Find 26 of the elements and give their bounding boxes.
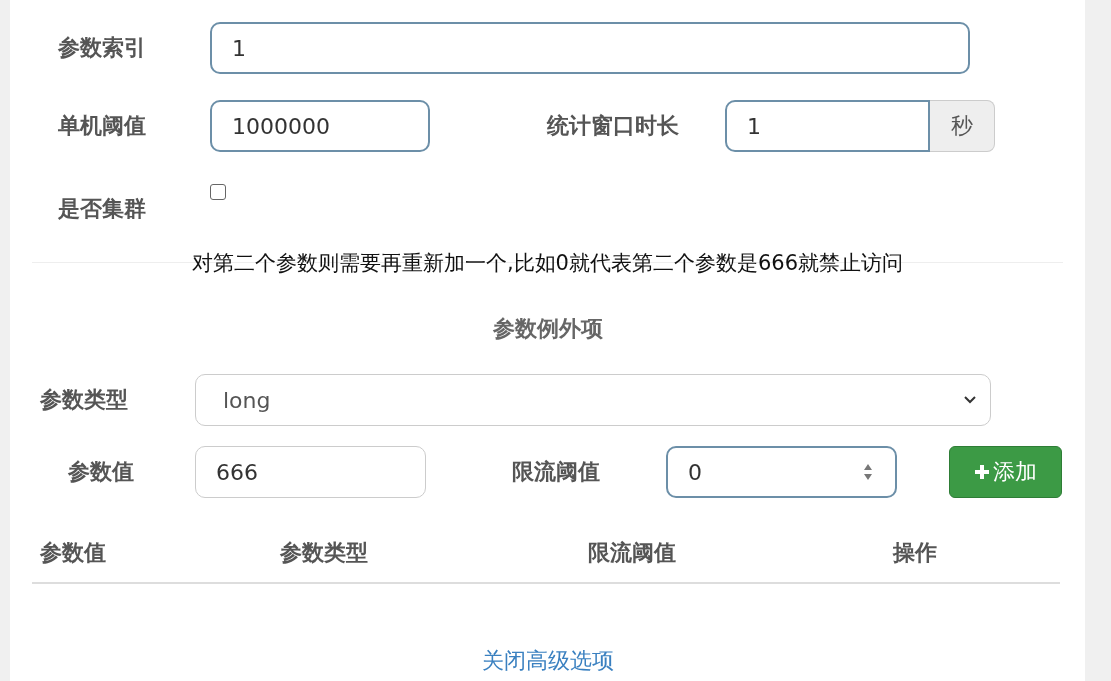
subtitle-caption: 对第二个参数则需要再重新加一个,比如0就代表第二个参数是666就禁止访问: [191, 250, 904, 277]
unit-addon: 秒: [930, 100, 995, 152]
threshold-field[interactable]: 1000000: [210, 100, 430, 152]
spinner-arrows-icon: [863, 463, 873, 481]
param-index-field[interactable]: 1: [210, 22, 970, 74]
section-title: 参数例外项: [491, 315, 604, 343]
chevron-down-icon: [964, 396, 976, 404]
column-header: 参数类型: [280, 539, 368, 567]
cluster-checkbox[interactable]: [210, 184, 226, 200]
limit-number-field[interactable]: 0: [666, 446, 897, 498]
column-header: 参数值: [40, 539, 106, 567]
close-advanced-link[interactable]: 关闭高级选项: [481, 646, 614, 676]
add-button[interactable]: 添加: [949, 446, 1062, 498]
field-label: 单机阈值: [58, 112, 147, 140]
param-value-field[interactable]: 666: [195, 446, 426, 498]
field-label: 限流阈值: [512, 458, 601, 486]
field-label: 参数值: [68, 458, 135, 486]
field-label: 参数类型: [40, 386, 129, 414]
field-label: 统计窗口时长: [547, 112, 680, 140]
param-type-select[interactable]: long: [195, 374, 991, 426]
window-field[interactable]: 1: [725, 100, 930, 152]
field-label: 参数索引: [58, 34, 147, 62]
column-header: 操作: [893, 539, 937, 567]
column-header: 限流阈值: [588, 539, 676, 567]
plus-icon: [974, 465, 989, 479]
field-label: 是否集群: [58, 195, 147, 223]
